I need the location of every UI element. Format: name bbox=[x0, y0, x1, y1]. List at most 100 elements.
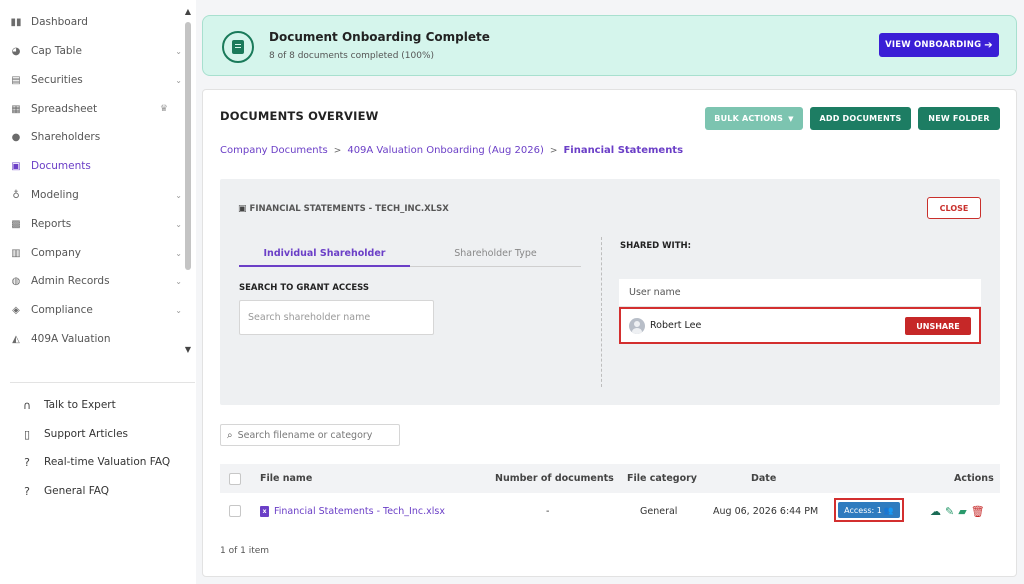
arrow-right-icon: ➔ bbox=[984, 39, 993, 51]
sidebar-item-reports[interactable]: ▩ Reports ⌄ bbox=[10, 214, 182, 234]
edit-icon[interactable]: ✎ bbox=[945, 505, 954, 518]
sidebar-item-documents[interactable]: ▣ Documents bbox=[10, 156, 182, 176]
shared-with-label: SHARED WITH: bbox=[620, 241, 692, 251]
pagination-info: 1 of 1 item bbox=[220, 546, 270, 556]
view-onboarding-label: VIEW ONBOARDING bbox=[885, 40, 982, 50]
panel-divider bbox=[601, 237, 602, 387]
share-panel: ▣ FINANCIAL STATEMENTS - TECH_INC.XLSX C… bbox=[220, 179, 1000, 405]
sidebar-item-label: Reports bbox=[31, 218, 72, 230]
access-highlight: Access: 1 👥 bbox=[834, 498, 904, 522]
sidebar-item-409a-valuation[interactable]: ◭ 409A Valuation bbox=[10, 329, 182, 349]
select-all-checkbox[interactable] bbox=[229, 472, 241, 485]
help-item-label: Talk to Expert bbox=[44, 399, 116, 411]
sidebar-item-compliance[interactable]: ◈ Compliance ⌄ bbox=[10, 300, 182, 320]
shared-user-row: Robert Lee UNSHARE bbox=[619, 307, 981, 344]
file-category-cell: General bbox=[640, 505, 678, 517]
file-name-text: Financial Statements - Tech_Inc.xlsx bbox=[274, 505, 445, 517]
breadcrumb-item[interactable]: 409A Valuation Onboarding (Aug 2026) bbox=[347, 145, 544, 156]
page-title: DOCUMENTS OVERVIEW bbox=[220, 109, 379, 123]
report-icon: ▩ bbox=[11, 218, 21, 230]
building-icon: ▥ bbox=[11, 247, 21, 259]
caret-down-icon: ▼ bbox=[788, 114, 794, 123]
help-item-support-articles[interactable]: ▯ Support Articles bbox=[20, 424, 128, 444]
sidebar-item-label: Compliance bbox=[31, 304, 93, 316]
scroll-down-arrow-icon[interactable]: ▼ bbox=[184, 346, 192, 354]
share-panel-file-title: ▣ FINANCIAL STATEMENTS - TECH_INC.XLSX bbox=[238, 204, 449, 214]
column-header-file-name[interactable]: File name bbox=[260, 464, 312, 493]
sidebar-item-modeling[interactable]: ♁ Modeling ⌄ bbox=[10, 185, 182, 205]
filename-search-input[interactable]: ⌕ Search filename or category bbox=[220, 424, 400, 446]
question-icon: ? bbox=[24, 455, 30, 469]
sidebar-item-dashboard[interactable]: ▮▮ Dashboard bbox=[10, 12, 182, 32]
sidebar-item-shareholders[interactable]: ● Shareholders bbox=[10, 127, 182, 147]
scroll-up-arrow-icon[interactable]: ▲ bbox=[184, 8, 192, 16]
bulk-actions-button[interactable]: BULK ACTIONS ▼ bbox=[705, 107, 803, 130]
sidebar-item-label: Dashboard bbox=[31, 16, 88, 28]
filename-search-placeholder: Search filename or category bbox=[237, 429, 373, 441]
breadcrumb-item[interactable]: Company Documents bbox=[220, 145, 328, 156]
help-item-label: Real-time Valuation FAQ bbox=[44, 456, 171, 468]
sidebar-scrollbar[interactable]: ▲ ▼ bbox=[184, 8, 192, 358]
sidebar-item-company[interactable]: ▥ Company ⌄ bbox=[10, 243, 182, 263]
new-folder-button[interactable]: NEW FOLDER bbox=[918, 107, 1000, 130]
column-header-actions: Actions bbox=[954, 473, 994, 484]
bulk-actions-label: BULK ACTIONS bbox=[714, 114, 784, 123]
excel-file-icon: ▣ bbox=[238, 204, 247, 214]
help-item-talk-to-expert[interactable]: ∩ Talk to Expert bbox=[20, 395, 116, 415]
scrollbar-thumb[interactable] bbox=[185, 22, 191, 270]
sidebar-item-securities[interactable]: ▤ Securities ⌄ bbox=[10, 70, 182, 90]
access-label: Access: 1 bbox=[844, 505, 882, 515]
cloud-download-icon[interactable]: ☁ bbox=[930, 505, 941, 518]
access-button[interactable]: Access: 1 👥 bbox=[838, 502, 900, 518]
user-icon: ● bbox=[11, 131, 21, 143]
files-table-header: File name Number of documents File categ… bbox=[220, 464, 1000, 493]
sidebar-item-cap-table[interactable]: ◕ Cap Table ⌄ bbox=[10, 41, 182, 61]
row-actions: ☁ ✎ ▰ 🗑 bbox=[930, 494, 985, 528]
help-item-label: Support Articles bbox=[44, 428, 128, 440]
chevron-down-icon: ⌄ bbox=[175, 46, 182, 56]
chevron-down-icon: ⌄ bbox=[175, 75, 182, 85]
folder-icon: ▣ bbox=[11, 160, 21, 172]
chevron-down-icon: ⌄ bbox=[175, 276, 182, 286]
sidebar: ▮▮ Dashboard ◕ Cap Table ⌄ ▤ Securities … bbox=[0, 0, 196, 584]
sidebar-item-spreadsheet[interactable]: ▦ Spreadsheet ♛ bbox=[10, 99, 182, 119]
file-title-text: FINANCIAL STATEMENTS - TECH_INC.XLSX bbox=[249, 204, 449, 214]
crown-icon: ♛ bbox=[159, 104, 168, 114]
help-item-valuation-faq[interactable]: ? Real-time Valuation FAQ bbox=[20, 452, 170, 472]
shield-icon: ◈ bbox=[12, 304, 20, 316]
sidebar-item-label: Cap Table bbox=[31, 45, 82, 57]
unshare-button[interactable]: UNSHARE bbox=[905, 317, 971, 335]
tab-individual-shareholder[interactable]: Individual Shareholder bbox=[239, 241, 410, 267]
banner-title: Document Onboarding Complete bbox=[269, 30, 490, 44]
banner-subtitle: 8 of 8 documents completed (100%) bbox=[269, 51, 435, 61]
valuation-icon: ◭ bbox=[12, 333, 20, 345]
sidebar-item-label: Modeling bbox=[31, 189, 79, 201]
sidebar-item-label: Admin Records bbox=[31, 275, 110, 287]
help-item-label: General FAQ bbox=[44, 485, 110, 497]
breadcrumb-current: Financial Statements bbox=[563, 145, 684, 156]
sidebar-item-label: Shareholders bbox=[31, 131, 101, 143]
trash-icon[interactable]: 🗑 bbox=[971, 505, 985, 518]
file-name-link[interactable]: x Financial Statements - Tech_Inc.xlsx bbox=[260, 494, 445, 528]
sidebar-item-label: 409A Valuation bbox=[31, 333, 111, 345]
folder-open-icon[interactable]: ▰ bbox=[958, 505, 966, 518]
column-header-number-of-documents[interactable]: Number of documents bbox=[495, 464, 614, 493]
column-header-file-category[interactable]: File category bbox=[627, 464, 697, 493]
select-all-checkbox-cell bbox=[229, 464, 241, 493]
add-documents-button[interactable]: ADD DOCUMENTS bbox=[810, 107, 911, 130]
column-header-date[interactable]: Date bbox=[751, 464, 776, 493]
avatar bbox=[629, 317, 645, 334]
documents-overview-card: DOCUMENTS OVERVIEW BULK ACTIONS ▼ ADD DO… bbox=[202, 89, 1017, 577]
chevron-right-icon: > bbox=[549, 145, 558, 156]
shareholder-search-input[interactable]: Search shareholder name bbox=[239, 300, 434, 335]
close-button[interactable]: CLOSE bbox=[927, 197, 981, 219]
row-checkbox[interactable] bbox=[229, 505, 241, 517]
date-cell: Aug 06, 2026 6:44 PM bbox=[713, 505, 819, 517]
help-item-general-faq[interactable]: ? General FAQ bbox=[20, 481, 109, 501]
breadcrumb: Company Documents > 409A Valuation Onboa… bbox=[220, 145, 683, 156]
chevron-down-icon: ⌄ bbox=[175, 305, 182, 315]
view-onboarding-button[interactable]: VIEW ONBOARDING ➔ bbox=[879, 33, 999, 57]
sidebar-item-admin-records[interactable]: ◍ Admin Records ⌄ bbox=[10, 271, 182, 291]
tab-shareholder-type[interactable]: Shareholder Type bbox=[410, 241, 581, 267]
grid-icon: ▦ bbox=[11, 103, 21, 115]
